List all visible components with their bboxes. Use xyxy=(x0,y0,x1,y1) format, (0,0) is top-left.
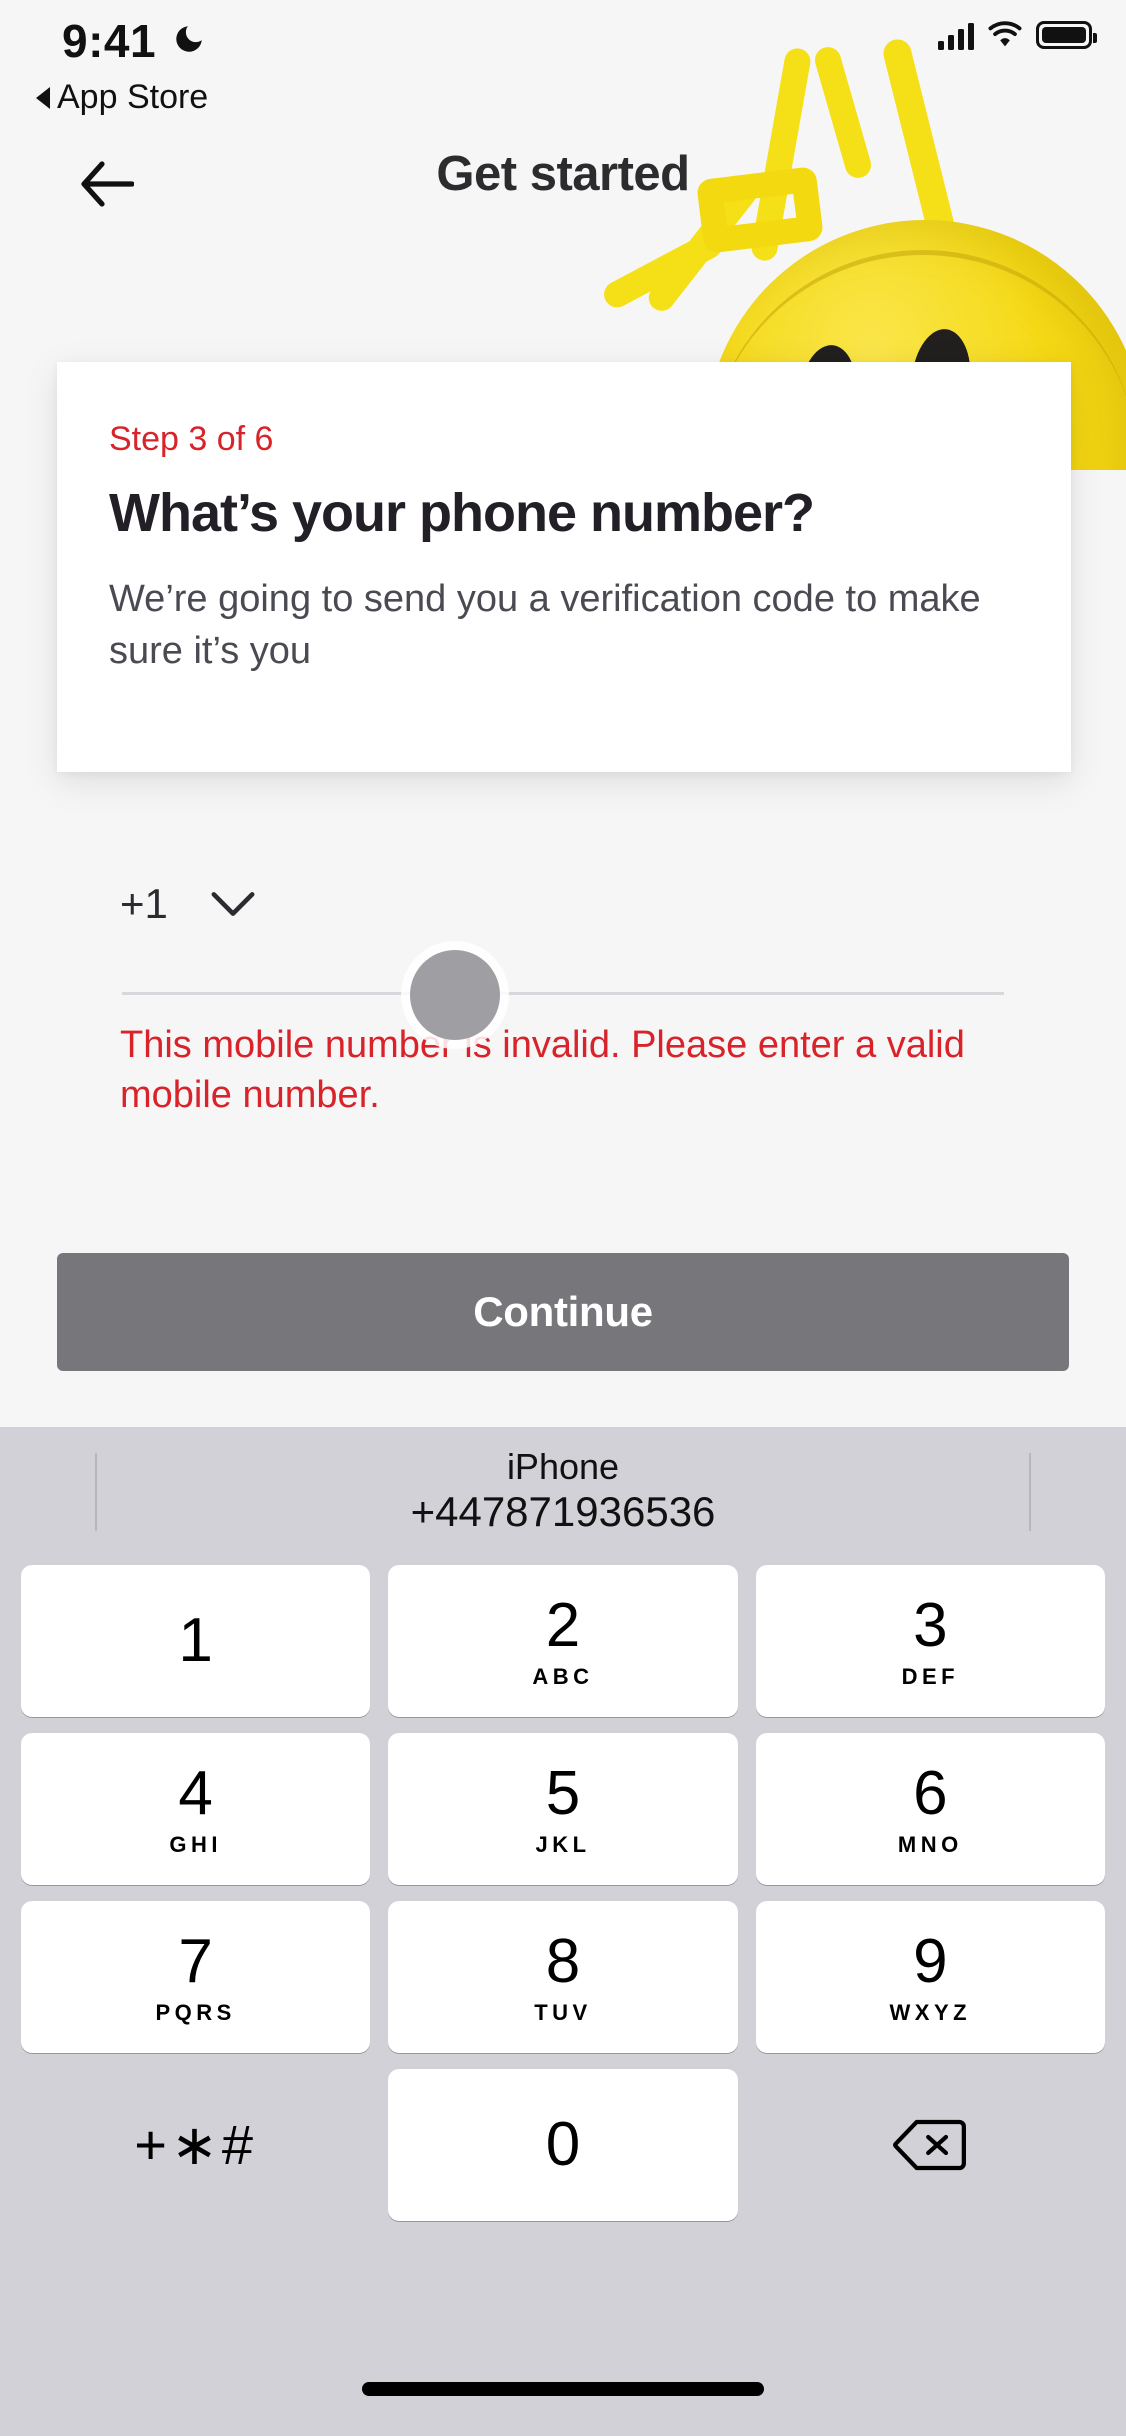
validation-error-message: This mobile number is invalid. Please en… xyxy=(120,1024,965,1117)
key-digit: 7 xyxy=(178,1926,213,1996)
key-letters: WXYZ xyxy=(889,1999,972,2025)
card-heading: What’s your phone number? xyxy=(109,483,815,543)
autofill-suggestion[interactable]: iPhone +447871936536 xyxy=(0,1427,1126,1557)
numeric-keyboard: iPhone +447871936536 1 2 ABC 3 DEF 4 GHI… xyxy=(0,1427,1126,2436)
key-symbols[interactable]: +∗# xyxy=(21,2069,370,2221)
crescent-moon-icon xyxy=(176,26,202,52)
touch-indicator xyxy=(410,950,500,1040)
status-bar: 9:41 App Store xyxy=(0,0,1126,120)
key-letters: TUV xyxy=(534,1999,592,2025)
triangle-left-icon xyxy=(36,86,50,109)
autofill-divider-right xyxy=(1029,1453,1031,1531)
home-indicator xyxy=(362,2382,764,2396)
keypad-row: 4 GHI 5 JKL 6 MNO xyxy=(12,1725,1114,1893)
back-app-label: App Store xyxy=(57,78,209,116)
key-letters: PQRS xyxy=(155,1999,236,2025)
key-digit: 3 xyxy=(913,1590,948,1660)
chevron-down-icon xyxy=(211,892,255,916)
key-digit: 6 xyxy=(913,1758,948,1828)
key-symbol-label: +∗# xyxy=(134,2113,258,2176)
key-digit: 8 xyxy=(545,1926,581,1996)
key-digit: 4 xyxy=(178,1758,213,1828)
autofill-number: +447871936536 xyxy=(410,1488,716,1536)
onboarding-card: Step 3 of 6 What’s your phone number? We… xyxy=(57,362,1071,772)
cellular-signal-icon xyxy=(938,20,974,50)
keypad-row: 1 2 ABC 3 DEF xyxy=(12,1557,1114,1725)
status-bar-indicators xyxy=(938,20,1097,50)
backspace-delete-icon xyxy=(893,2119,967,2171)
key-2[interactable]: 2 ABC xyxy=(388,1565,738,1717)
key-8[interactable]: 8 TUV xyxy=(388,1901,738,2053)
key-6[interactable]: 6 MNO xyxy=(755,1733,1105,1885)
country-code-value: +1 xyxy=(120,880,168,927)
keypad: 1 2 ABC 3 DEF 4 GHI 5 JKL 6 MNO 7 PQRS 8… xyxy=(0,1557,1126,2229)
battery-full-icon xyxy=(1036,21,1097,49)
keypad-row: 7 PQRS 8 TUV 9 WXYZ xyxy=(12,1893,1114,2061)
key-7[interactable]: 7 PQRS xyxy=(21,1901,371,2053)
key-9[interactable]: 9 WXYZ xyxy=(755,1901,1105,2053)
key-digit: 2 xyxy=(545,1590,581,1660)
page-title: Get started xyxy=(436,147,690,201)
key-1[interactable]: 1 xyxy=(21,1565,371,1717)
key-letters: DEF xyxy=(901,1663,960,1689)
autofill-source-label: iPhone xyxy=(506,1446,620,1488)
key-backspace[interactable] xyxy=(756,2069,1105,2221)
key-letters: ABC xyxy=(532,1663,594,1689)
app-screen: 9:41 App Store Get started Step 3 of 6 W… xyxy=(0,0,1126,2436)
key-digit: 0 xyxy=(545,2110,581,2179)
field-underline xyxy=(122,992,1004,995)
back-to-app-indicator[interactable]: App Store xyxy=(36,78,208,117)
status-bar-time: 9:41 xyxy=(62,15,157,67)
card-description: We’re going to send you a verification c… xyxy=(109,578,981,672)
step-indicator: Step 3 of 6 xyxy=(109,420,274,458)
continue-button-label: Continue xyxy=(473,1288,653,1335)
key-3[interactable]: 3 DEF xyxy=(755,1565,1105,1717)
wifi-icon xyxy=(988,21,1022,47)
country-code-selector[interactable]: +1 xyxy=(120,880,256,928)
key-digit: 9 xyxy=(913,1926,948,1996)
key-5[interactable]: 5 JKL xyxy=(388,1733,738,1885)
key-letters: MNO xyxy=(897,1831,963,1857)
key-letters: JKL xyxy=(535,1831,591,1857)
key-digit: 1 xyxy=(178,1606,213,1675)
continue-button[interactable]: Continue xyxy=(57,1253,1069,1371)
key-4[interactable]: 4 GHI xyxy=(21,1733,371,1885)
keypad-row: +∗# 0 xyxy=(12,2061,1114,2229)
navigation-bar: Get started xyxy=(0,140,1126,230)
key-0[interactable]: 0 xyxy=(388,2069,738,2221)
key-digit: 5 xyxy=(545,1758,581,1828)
key-letters: GHI xyxy=(169,1831,222,1857)
phone-number-field-group: +1 This mobile number is invalid. Please… xyxy=(0,880,1126,1120)
autofill-divider-left xyxy=(95,1453,97,1531)
